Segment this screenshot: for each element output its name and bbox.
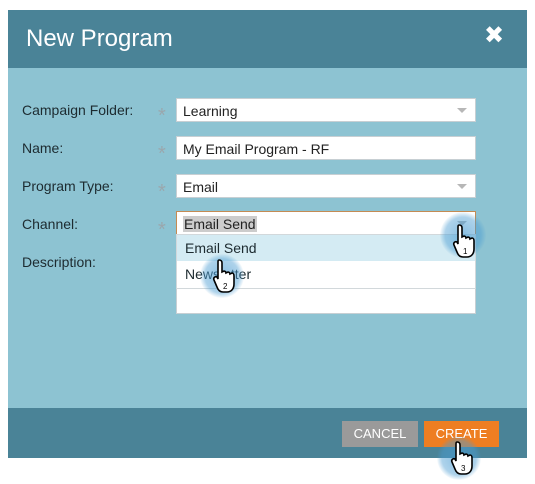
program-type-value: Email xyxy=(183,179,219,195)
cancel-button[interactable]: CANCEL xyxy=(342,421,418,447)
hand-cursor-icon: 3 xyxy=(450,441,473,475)
program-type-select[interactable]: Email xyxy=(176,174,476,198)
hand-cursor-icon: 2 xyxy=(212,259,235,293)
channel-select[interactable]: Email Send xyxy=(176,211,476,235)
required-icon: * xyxy=(158,219,166,241)
campaign-folder-select[interactable]: Learning xyxy=(176,98,476,122)
program-type-label: Program Type: xyxy=(22,178,114,194)
step-2-number: 2 xyxy=(223,282,228,291)
dialog-titlebar: New Program ✖ xyxy=(8,10,527,68)
channel-value: Email Send xyxy=(183,216,257,232)
required-icon: * xyxy=(158,143,166,165)
required-icon: * xyxy=(158,105,166,127)
chevron-down-icon xyxy=(457,184,467,189)
channel-label: Channel: xyxy=(22,216,79,232)
campaign-folder-value: Learning xyxy=(183,103,238,119)
hand-cursor-icon: 1 xyxy=(452,224,475,258)
campaign-folder-label: Campaign Folder: xyxy=(22,102,134,118)
step-1-number: 1 xyxy=(463,247,468,256)
required-icon: * xyxy=(158,181,166,203)
name-label: Name: xyxy=(22,140,64,156)
name-input[interactable]: My Email Program - RF xyxy=(176,136,476,160)
chevron-down-icon xyxy=(457,108,467,113)
close-icon[interactable]: ✖ xyxy=(483,24,505,48)
description-label: Description: xyxy=(22,254,96,270)
step-3-number: 3 xyxy=(461,464,466,473)
dialog-title: New Program xyxy=(26,25,173,52)
